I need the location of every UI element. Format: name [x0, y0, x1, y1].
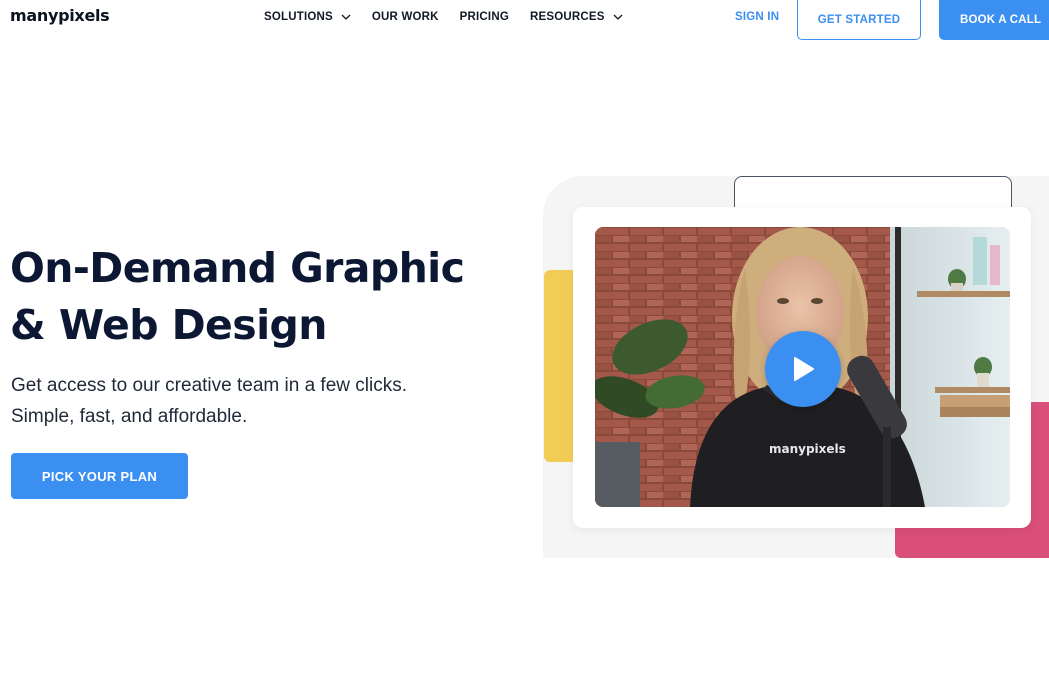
chevron-down-icon — [341, 14, 351, 20]
nav-links: SOLUTIONS OUR WORK PRICING RESOURCES — [264, 11, 644, 23]
nav-item-label: OUR WORK — [371, 11, 439, 23]
hero-subtitle-line: Get access to our creative team in a few… — [11, 375, 407, 396]
nav-item-our-work[interactable]: OUR WORK — [372, 11, 439, 23]
hero-title: On-Demand Graphic & Web Design — [10, 240, 510, 354]
nav-item-solutions[interactable]: SOLUTIONS — [264, 11, 351, 23]
hero-subtitle-line: Simple, fast, and affordable. — [11, 406, 248, 427]
sign-in-link[interactable]: SIGN IN — [735, 11, 779, 23]
play-icon — [794, 357, 814, 381]
chevron-down-icon — [613, 14, 623, 20]
nav-item-pricing[interactable]: PRICING — [460, 11, 509, 23]
nav-item-resources[interactable]: RESOURCES — [530, 11, 623, 23]
pick-your-plan-button[interactable]: PICK YOUR PLAN — [11, 453, 188, 499]
nav-item-label: RESOURCES — [529, 11, 605, 23]
hero-title-line: On-Demand Graphic — [10, 244, 465, 292]
top-nav: manypixels SOLUTIONS OUR WORK PRICING RE… — [0, 0, 1049, 40]
hero-title-line: & Web Design — [10, 301, 327, 349]
hero-subtitle: Get access to our creative team in a few… — [11, 370, 481, 432]
nav-item-label: PRICING — [459, 11, 509, 23]
nav-item-label: SOLUTIONS — [264, 11, 333, 23]
logo[interactable]: manypixels — [10, 6, 110, 25]
hoodie-logo-text: manypixels — [769, 442, 846, 456]
get-started-button[interactable]: GET STARTED — [797, 0, 921, 40]
book-a-call-button[interactable]: BOOK A CALL — [939, 0, 1049, 40]
play-video-button[interactable] — [765, 331, 841, 407]
